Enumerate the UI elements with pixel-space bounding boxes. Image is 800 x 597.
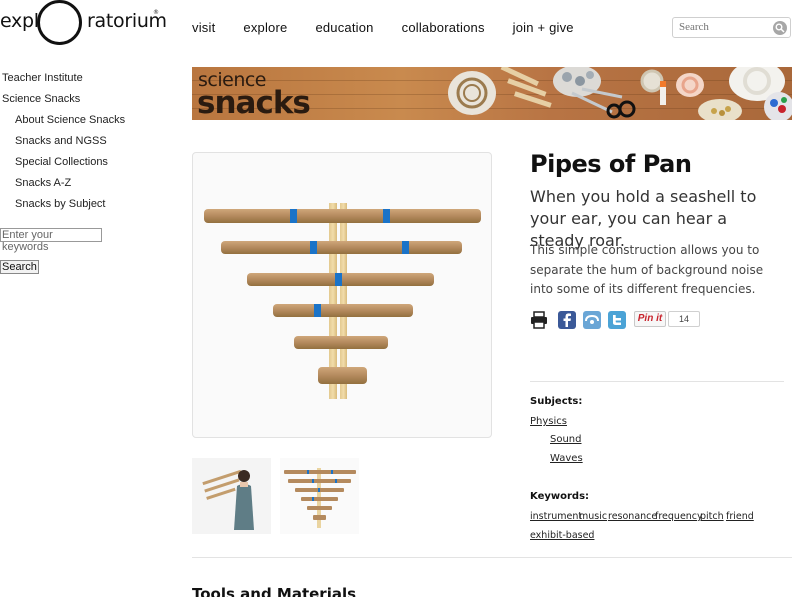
pipes-illustration [204, 203, 481, 399]
subject-sound-link[interactable]: Sound [550, 434, 582, 445]
subject-waves-link[interactable]: Waves [550, 453, 583, 464]
site-search [672, 17, 791, 38]
keyword-friend-link[interactable]: friend [726, 511, 754, 522]
logo-registered-mark: ® [153, 9, 159, 16]
sidebar-item-snacks-by-subject[interactable]: Snacks by Subject [0, 194, 180, 215]
facebook-icon[interactable] [558, 311, 576, 329]
sidebar-item-science-snacks[interactable]: Science Snacks [0, 89, 180, 110]
keyword-search-input[interactable]: Enter your keywords [0, 228, 102, 253]
keyword-resonance-link[interactable]: resonance [608, 511, 657, 522]
meta-divider [530, 381, 784, 382]
nav-visit[interactable]: visit [192, 20, 215, 35]
thumbnail-person-playing[interactable] [192, 458, 271, 534]
thumbnail-pipes-image [280, 458, 359, 534]
section-divider [192, 557, 792, 558]
page-title: Pipes of Pan [530, 150, 692, 178]
nav-join-give[interactable]: join + give [513, 20, 574, 35]
keyword-pitch-link[interactable]: pitch [700, 511, 724, 522]
banner-craft-supplies-image [448, 67, 792, 120]
tools-and-materials-heading: Tools and Materials [192, 585, 357, 597]
exploratorium-logo[interactable]: expl ratorium ® [0, 0, 167, 46]
sidebar-item-teacher-institute[interactable]: Teacher Institute [0, 68, 180, 89]
subject-physics-link[interactable]: Physics [530, 416, 567, 427]
page-description: This simple construction allows you to s… [530, 243, 764, 296]
pinterest-count: 14 [668, 311, 700, 327]
keyword-search-button[interactable]: Search [0, 260, 39, 274]
nav-education[interactable]: education [315, 20, 373, 35]
keyword-music-link[interactable]: music [579, 511, 607, 522]
keywords-label: Keywords: [530, 491, 590, 502]
sidebar-item-snacks-a-z[interactable]: Snacks A-Z [0, 173, 180, 194]
sidebar-item-about-science-snacks[interactable]: About Science Snacks [0, 110, 180, 131]
science-snacks-banner: science snacks [192, 67, 792, 120]
twitter-icon[interactable] [608, 311, 626, 329]
site-search-input[interactable] [679, 21, 771, 33]
banner-title-big: snacks [197, 85, 311, 120]
keyword-instrument-link[interactable]: instrument [530, 511, 582, 522]
top-navigation: visit explore education collaborations j… [192, 20, 602, 35]
thumbnail-pipes[interactable] [280, 458, 359, 534]
keyword-exhibit-based-link[interactable]: exhibit-based [530, 530, 594, 541]
nav-collaborations[interactable]: collaborations [402, 20, 485, 35]
logo-text-left: expl [0, 10, 39, 32]
search-icon[interactable] [773, 21, 787, 35]
sidebar-item-snacks-and-ngss[interactable]: Snacks and NGSS [0, 131, 180, 152]
stumbleupon-icon[interactable] [583, 311, 601, 329]
pipes-of-pan-photo[interactable] [192, 152, 492, 438]
sidebar: Teacher Institute Science Snacks About S… [0, 68, 180, 274]
sidebar-item-special-collections[interactable]: Special Collections [0, 152, 180, 173]
subjects-label: Subjects: [530, 396, 583, 407]
logo-circle-icon [37, 0, 82, 45]
thumbnail-person-image [192, 458, 271, 534]
pinterest-pin-button[interactable]: Pin it [634, 311, 666, 327]
print-icon[interactable] [530, 311, 548, 329]
keyword-frequency-link[interactable]: frequency [655, 511, 703, 522]
nav-explore[interactable]: explore [243, 20, 287, 35]
